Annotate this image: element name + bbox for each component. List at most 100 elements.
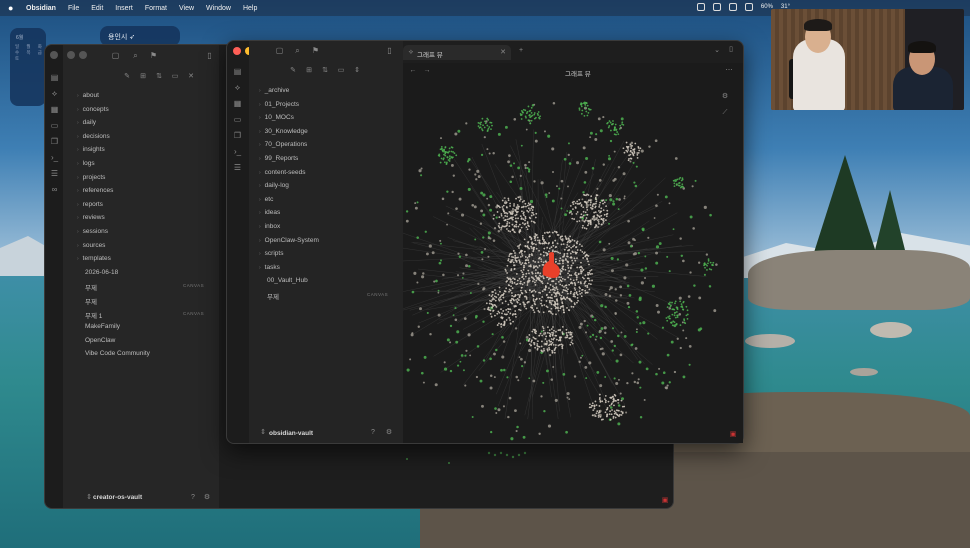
graph-node[interactable] <box>525 336 529 339</box>
graph-cluster-node[interactable] <box>614 416 617 419</box>
graph-node[interactable] <box>599 347 602 351</box>
tree-folder[interactable]: › daily <box>77 119 96 126</box>
graph-node[interactable] <box>633 252 637 256</box>
graph-cluster-node[interactable] <box>586 213 589 216</box>
graph-cluster-node[interactable] <box>503 320 506 323</box>
graph-node[interactable] <box>479 379 483 383</box>
graph-cluster-node[interactable] <box>570 299 572 302</box>
graph-node[interactable] <box>529 199 534 204</box>
graph-cluster-node[interactable] <box>625 149 628 152</box>
new-note-icon[interactable]: ✎ <box>123 73 131 81</box>
graph-cluster-node[interactable] <box>597 226 599 228</box>
graph-cluster-node[interactable] <box>550 294 553 296</box>
graph-cluster-node[interactable] <box>568 248 571 251</box>
graph-cluster-node[interactable] <box>509 202 511 205</box>
graph-node[interactable] <box>452 174 455 177</box>
graph-node[interactable] <box>437 291 440 294</box>
settings-icon[interactable]: ⚙ <box>203 494 211 502</box>
graph-cluster-node[interactable] <box>510 292 513 294</box>
graph-node[interactable] <box>591 315 594 318</box>
graph-node[interactable] <box>548 192 551 195</box>
graph-cluster-node[interactable] <box>444 146 447 148</box>
graph-cluster-node[interactable] <box>542 261 545 264</box>
graph-cluster-node[interactable] <box>569 252 572 255</box>
graph-node[interactable] <box>655 204 658 207</box>
graph-node[interactable] <box>515 375 519 379</box>
graph-cluster-node[interactable] <box>506 228 508 230</box>
graph-cluster-node[interactable] <box>671 301 673 304</box>
graph-cluster-node[interactable] <box>532 265 535 268</box>
chevron-right-icon[interactable]: › <box>259 102 261 108</box>
graph-cluster-node[interactable] <box>527 269 530 272</box>
graph-cluster-node[interactable] <box>507 284 510 286</box>
graph-cluster-node[interactable] <box>524 259 527 262</box>
graph-cluster-node[interactable] <box>527 105 530 108</box>
graph-cluster-node[interactable] <box>551 333 554 336</box>
graph-node[interactable] <box>547 134 551 138</box>
graph-cluster-node[interactable] <box>674 302 676 305</box>
graph-cluster-node[interactable] <box>544 288 547 290</box>
graph-node[interactable] <box>655 245 660 249</box>
graph-cluster-node[interactable] <box>554 303 557 306</box>
graph-node[interactable] <box>471 415 474 418</box>
graph-node[interactable] <box>635 310 639 313</box>
graph-cluster-node[interactable] <box>498 216 501 219</box>
graph-cluster-node[interactable] <box>552 332 555 334</box>
graph-cluster-node[interactable] <box>608 413 611 416</box>
graph-node[interactable] <box>647 332 650 335</box>
graph-node[interactable] <box>566 396 569 399</box>
graph-cluster-node[interactable] <box>534 331 536 334</box>
graph-cluster-node[interactable] <box>506 206 508 209</box>
graph-cluster-node[interactable] <box>605 415 608 418</box>
graph-cluster-node[interactable] <box>523 250 526 253</box>
chevron-right-icon[interactable]: › <box>259 197 261 203</box>
graph-cluster-node[interactable] <box>515 223 518 226</box>
graph-cluster-node[interactable] <box>587 277 590 280</box>
graph-cluster-node[interactable] <box>530 291 533 293</box>
graph-node[interactable] <box>617 404 621 407</box>
graph-cluster-node[interactable] <box>571 259 574 262</box>
graph-cluster-node[interactable] <box>589 201 592 204</box>
graph-cluster-node[interactable] <box>565 332 568 334</box>
graph-cluster-node[interactable] <box>589 223 592 226</box>
graph-node[interactable] <box>475 375 479 379</box>
graph-node[interactable] <box>502 340 506 343</box>
grid-icon[interactable]: ▦ <box>233 99 242 108</box>
graph-cluster-node[interactable] <box>581 267 584 269</box>
graph-cluster-node[interactable] <box>603 213 606 216</box>
graph-node[interactable] <box>610 269 614 273</box>
graph-cluster-node[interactable] <box>567 272 569 275</box>
graph-cluster-node[interactable] <box>508 288 511 291</box>
graph-node[interactable] <box>456 274 460 277</box>
graph-cluster-node[interactable] <box>544 241 547 244</box>
sort-icon[interactable]: ⇅ <box>321 67 329 75</box>
graph-cluster-node[interactable] <box>508 290 510 293</box>
graph-node[interactable] <box>549 354 552 357</box>
graph-cluster-node[interactable] <box>712 261 715 264</box>
graph-cluster-node[interactable] <box>509 252 512 255</box>
graph-node[interactable] <box>452 314 455 317</box>
graph-cluster-node[interactable] <box>532 206 535 209</box>
graph-cluster-node[interactable] <box>532 309 535 311</box>
graph-node[interactable] <box>513 118 517 121</box>
chevron-right-icon[interactable]: › <box>77 188 79 194</box>
graph-cluster-node[interactable] <box>452 151 454 153</box>
graph-cluster-node[interactable] <box>498 299 501 302</box>
graph-node[interactable] <box>483 136 486 139</box>
graph-cluster-node[interactable] <box>490 128 492 130</box>
tree-file[interactable]: 무제 <box>267 291 279 301</box>
graph-cluster-node[interactable] <box>583 227 586 229</box>
tree-folder[interactable]: › tasks <box>259 264 280 271</box>
graph-cluster-node[interactable] <box>703 263 706 266</box>
graph-cluster-node[interactable] <box>508 217 511 220</box>
graph-cluster-node[interactable] <box>531 241 533 244</box>
graph-cluster-node[interactable] <box>610 123 613 126</box>
graph-node[interactable] <box>461 213 465 217</box>
graph-cluster-node[interactable] <box>532 277 535 280</box>
graph-cluster-node[interactable] <box>532 250 535 253</box>
graph-cluster-node[interactable] <box>514 254 517 257</box>
graph-cluster-node[interactable] <box>534 216 537 219</box>
graph-node[interactable] <box>657 310 660 314</box>
graph-node[interactable] <box>501 355 505 359</box>
chevron-right-icon[interactable]: › <box>77 107 79 113</box>
